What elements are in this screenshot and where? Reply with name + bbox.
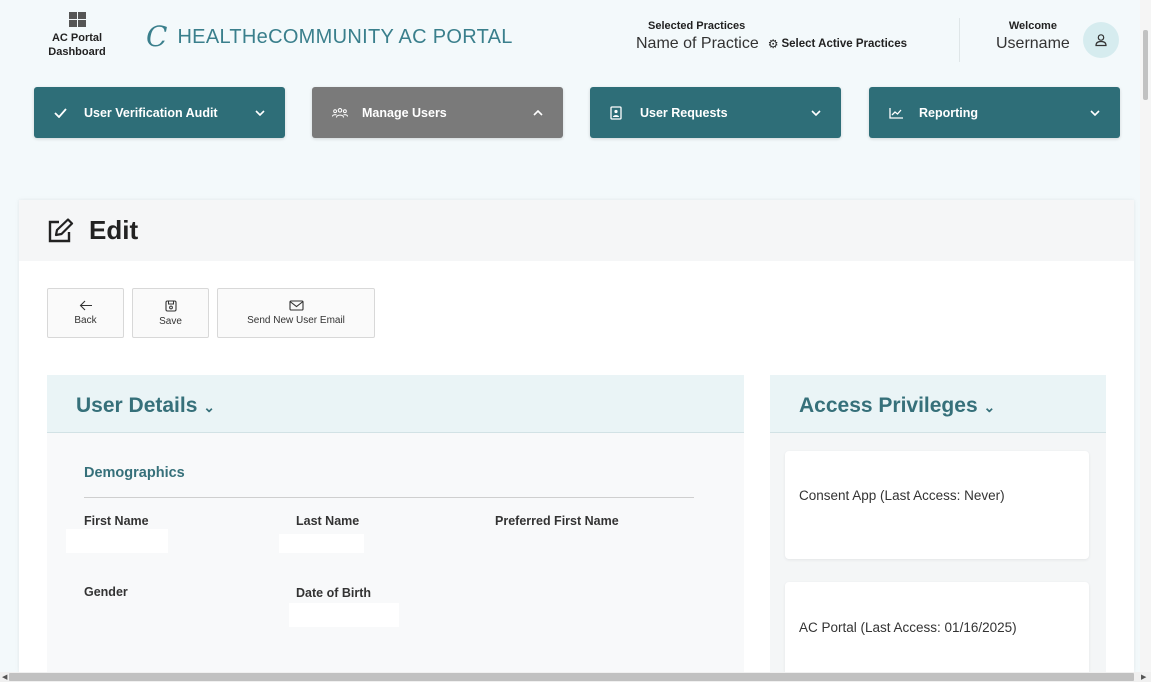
nav-user-verification-audit[interactable]: User Verification Audit xyxy=(34,87,285,138)
header-divider xyxy=(959,18,960,62)
panel-header: Edit xyxy=(19,200,1134,261)
chevron-down-icon xyxy=(1090,109,1100,116)
logo-mark-icon: C xyxy=(146,20,168,53)
chevron-up-icon xyxy=(533,109,543,116)
gender-label: Gender xyxy=(84,585,128,599)
vertical-scroll-thumb[interactable] xyxy=(1143,30,1148,100)
back-button[interactable]: Back xyxy=(47,288,124,338)
chevron-down-icon xyxy=(811,109,821,116)
selected-practices: Selected Practices Name of Practice ⚙ Se… xyxy=(636,20,907,53)
grid-icon xyxy=(68,12,86,27)
preferred-first-name-label: Preferred First Name xyxy=(495,514,619,528)
dashboard-label-line1: AC Portal xyxy=(51,32,103,44)
envelope-icon xyxy=(288,300,304,311)
dashboard-label-line2: Dashboard xyxy=(48,46,106,58)
back-label: Back xyxy=(74,315,97,326)
practice-name: Name of Practice xyxy=(636,35,759,52)
user-icon xyxy=(1095,34,1107,47)
check-icon xyxy=(54,107,70,118)
dashboard-link[interactable]: AC Portal Dashboard xyxy=(48,12,106,59)
edit-icon xyxy=(48,217,74,242)
access-item[interactable]: AC Portal (Last Access: 01/16/2025) xyxy=(785,582,1089,672)
access-title-wrap: Access Privileges ⌄ xyxy=(799,394,995,418)
access-item-label: AC Portal (Last Access: 01/16/2025) xyxy=(799,620,1017,635)
nav-manage-users[interactable]: Manage Users xyxy=(312,87,563,138)
welcome-block: Welcome Username xyxy=(996,20,1070,53)
first-name-label: First Name xyxy=(84,514,149,528)
save-button[interactable]: Save xyxy=(132,288,209,338)
horizontal-scrollbar[interactable]: ◀ ▶ xyxy=(0,672,1151,682)
save-icon xyxy=(164,299,177,312)
user-details-title: User Details xyxy=(76,394,198,417)
horizontal-scroll-thumb[interactable] xyxy=(9,673,1134,681)
vertical-scrollbar[interactable] xyxy=(1140,0,1151,672)
nav-reporting[interactable]: Reporting xyxy=(869,87,1120,138)
gear-icon[interactable]: ⚙ xyxy=(768,37,779,51)
chevron-down-icon: ⌄ xyxy=(203,399,215,415)
demographics-divider xyxy=(84,497,694,498)
scroll-left-icon[interactable]: ◀ xyxy=(2,673,7,681)
username: Username xyxy=(996,35,1070,52)
select-active-practices-link[interactable]: Select Active Practices xyxy=(781,38,907,50)
access-privileges-title: Access Privileges xyxy=(799,394,978,417)
first-name-field[interactable] xyxy=(66,529,168,553)
nav-label: Reporting xyxy=(919,105,979,120)
nav-label: User Verification Audit xyxy=(84,105,218,120)
app-logo[interactable]: C HEALTHeCOMMUNITY AC PORTAL xyxy=(146,23,513,51)
user-details-title-wrap: User Details ⌄ xyxy=(76,394,215,418)
users-icon xyxy=(332,107,348,119)
date-of-birth-field[interactable] xyxy=(289,603,399,627)
access-privileges-header[interactable]: Access Privileges ⌄ xyxy=(770,375,1106,433)
logo-text: HEALTHeCOMMUNITY AC PORTAL xyxy=(177,25,513,48)
send-email-label: Send New User Email xyxy=(247,315,345,326)
scroll-right-icon[interactable]: ▶ xyxy=(1141,673,1146,681)
user-details-header[interactable]: User Details ⌄ xyxy=(47,375,744,433)
last-name-label: Last Name xyxy=(296,514,360,528)
chart-icon xyxy=(889,107,905,119)
page-title: Edit xyxy=(89,215,139,245)
save-label: Save xyxy=(159,315,182,327)
welcome-label: Welcome xyxy=(1008,20,1057,32)
document-icon xyxy=(610,105,626,120)
demographics-title: Demographics xyxy=(84,465,185,481)
access-item-label: Consent App (Last Access: Never) xyxy=(799,488,1005,503)
access-item[interactable]: Consent App (Last Access: Never) xyxy=(785,451,1089,559)
arrow-left-icon xyxy=(79,300,92,311)
send-new-user-email-button[interactable]: Send New User Email xyxy=(217,288,375,338)
last-name-field[interactable] xyxy=(279,534,364,553)
nav-label: Manage Users xyxy=(362,105,447,120)
chevron-down-icon: ⌄ xyxy=(983,399,996,415)
chevron-down-icon xyxy=(255,109,265,116)
date-of-birth-label: Date of Birth xyxy=(296,586,371,600)
selected-practices-label: Selected Practices xyxy=(648,20,746,32)
user-avatar[interactable] xyxy=(1083,22,1119,58)
nav-user-requests[interactable]: User Requests xyxy=(590,87,841,138)
app-header: AC Portal Dashboard C HEALTHeCOMMUNITY A… xyxy=(0,0,1140,80)
nav-label: User Requests xyxy=(640,105,728,120)
